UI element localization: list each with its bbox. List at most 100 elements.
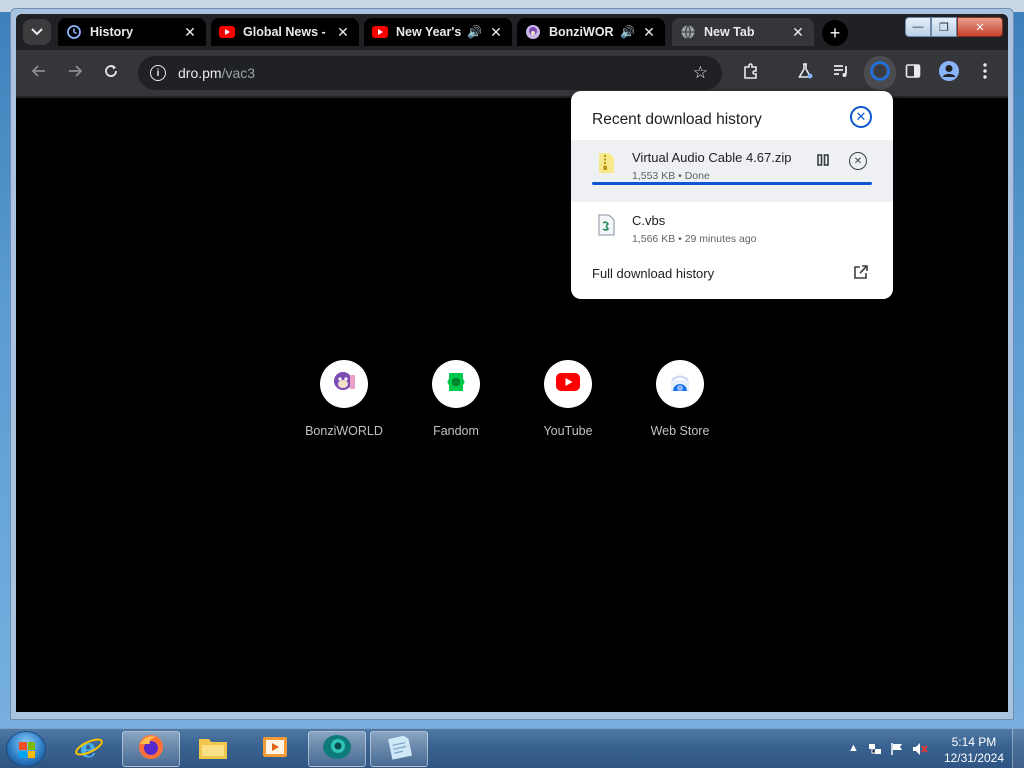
shortcut-icon-circle <box>656 360 704 408</box>
minimize-button[interactable]: — <box>905 17 931 37</box>
site-info-icon[interactable]: i <box>150 65 166 81</box>
action-center-flag-icon[interactable] <box>890 742 904 759</box>
extensions-button[interactable] <box>738 60 764 86</box>
url-host: dro.pm <box>178 65 222 81</box>
plus-icon: + <box>829 22 841 43</box>
shortcut-fandom[interactable]: Fandom <box>401 360 511 438</box>
side-panel-button[interactable] <box>900 60 926 86</box>
bookmark-star-icon[interactable]: ☆ <box>693 63 708 83</box>
toolbar: i dro.pm/vac3 ☆ <box>16 50 1008 96</box>
speaker-icon[interactable]: 🔊 <box>467 25 482 39</box>
tab-new-years[interactable]: New Year's 🔊 ✕ <box>364 18 512 46</box>
firefox-icon <box>136 732 166 767</box>
history-icon <box>66 24 82 40</box>
shortcut-youtube[interactable]: YouTube <box>513 360 623 438</box>
open-in-new-icon[interactable] <box>853 264 869 284</box>
close-icon: ✕ <box>853 155 863 167</box>
close-window-button[interactable]: ✕ <box>957 17 1003 37</box>
clock[interactable]: 5:14 PM 12/31/2024 <box>944 734 1004 766</box>
puzzle-icon <box>742 62 760 85</box>
taskbar-chromium[interactable] <box>308 731 366 767</box>
network-icon[interactable] <box>868 742 882 759</box>
close-tab-icon[interactable]: ✕ <box>790 24 806 41</box>
maximize-button[interactable]: ❐ <box>931 17 957 37</box>
close-download-bubble-button[interactable]: ✕ <box>850 106 872 128</box>
address-bar[interactable]: i dro.pm/vac3 ☆ <box>138 56 722 90</box>
account-circle-icon <box>938 60 960 87</box>
zip-file-icon <box>597 152 615 174</box>
shortcut-icon-circle <box>544 360 592 408</box>
youtube-icon <box>219 24 235 40</box>
taskbar-firefox[interactable] <box>122 731 180 767</box>
close-tab-icon[interactable]: ✕ <box>641 24 657 41</box>
close-tab-icon[interactable]: ✕ <box>335 24 351 41</box>
download-file-meta: 1,553 KB • Done <box>632 170 710 182</box>
forward-button[interactable] <box>62 60 88 86</box>
media-controls-button[interactable] <box>828 60 854 86</box>
profile-button[interactable] <box>936 60 962 86</box>
taskbar-file-explorer[interactable] <box>184 731 242 767</box>
windows-logo-icon <box>19 742 35 758</box>
clock-time: 5:14 PM <box>951 735 997 749</box>
bonzi-icon <box>331 369 357 400</box>
taskbar-notepad[interactable] <box>370 731 428 767</box>
svg-text:e: e <box>80 734 97 762</box>
shortcut-label: YouTube <box>543 424 593 438</box>
tab-title: New Tab <box>704 25 755 39</box>
taskbar-media-player[interactable] <box>246 731 304 767</box>
youtube-icon <box>556 372 580 396</box>
tab-strip: History ✕ Global News - ✕ New Year's 🔊 ✕… <box>16 14 1008 50</box>
shortcut-web-store[interactable]: Web Store <box>625 360 735 438</box>
reload-button[interactable] <box>98 60 124 86</box>
file-explorer-icon <box>197 733 229 766</box>
pause-download-button[interactable] <box>814 152 832 170</box>
tab-title: New Year's <box>396 25 462 39</box>
close-tab-icon[interactable]: ✕ <box>488 24 504 41</box>
tab-global-news[interactable]: Global News - ✕ <box>211 18 359 46</box>
arrow-left-icon <box>31 63 47 84</box>
url-path: /vac3 <box>221 65 256 81</box>
speaker-icon[interactable]: 🔊 <box>620 25 635 39</box>
clock-date: 12/31/2024 <box>943 751 1004 765</box>
download-file-meta: 1,566 KB • 29 minutes ago <box>632 233 757 245</box>
shortcut-icon-circle <box>320 360 368 408</box>
download-file-name: Virtual Audio Cable 4.67.zip <box>632 150 792 165</box>
downloads-button[interactable] <box>867 60 893 86</box>
download-item[interactable]: C.vbs 1,566 KB • 29 minutes ago <box>571 204 893 260</box>
notepad-icon <box>384 732 414 767</box>
start-button[interactable] <box>6 731 46 767</box>
labs-button[interactable] <box>792 60 818 86</box>
chevron-down-icon <box>31 25 43 39</box>
bonzi-icon <box>525 24 541 40</box>
full-download-history-link[interactable]: Full download history <box>592 266 714 281</box>
tab-bonziworld[interactable]: BonziWOR 🔊 ✕ <box>517 18 665 46</box>
tab-history[interactable]: History ✕ <box>58 18 206 46</box>
shortcut-bonziworld[interactable]: BonziWORLD <box>289 360 399 438</box>
tab-new-tab[interactable]: New Tab ✕ <box>672 18 814 46</box>
fandom-icon <box>443 369 469 400</box>
shortcut-label: Fandom <box>433 424 479 438</box>
download-progress-ring-icon <box>869 60 891 87</box>
shortcut-icon-circle <box>432 360 480 408</box>
youtube-icon <box>372 24 388 40</box>
reload-icon <box>103 63 119 84</box>
menu-button[interactable] <box>972 60 998 86</box>
download-progress-bar <box>592 182 872 185</box>
taskbar-internet-explorer[interactable]: e <box>60 731 118 767</box>
back-button[interactable] <box>26 60 52 86</box>
show-hidden-icons-icon[interactable]: ▲ <box>848 742 859 754</box>
pause-icon <box>816 153 830 170</box>
media-player-icon <box>260 733 290 766</box>
close-tab-icon[interactable]: ✕ <box>182 24 198 41</box>
playlist-music-icon <box>832 62 850 85</box>
show-desktop-button[interactable] <box>1012 729 1024 768</box>
globe-icon <box>680 24 696 40</box>
tab-search-button[interactable] <box>23 19 51 45</box>
download-bubble-title: Recent download history <box>592 111 762 128</box>
download-item[interactable]: Virtual Audio Cable 4.67.zip 1,553 KB • … <box>571 140 893 202</box>
download-bubble: Recent download history ✕ Virtual Audio … <box>571 91 893 299</box>
volume-muted-icon[interactable] <box>912 742 928 759</box>
cancel-download-button[interactable]: ✕ <box>849 152 867 170</box>
internet-explorer-icon: e <box>74 732 104 767</box>
new-tab-button[interactable]: + <box>822 20 848 46</box>
